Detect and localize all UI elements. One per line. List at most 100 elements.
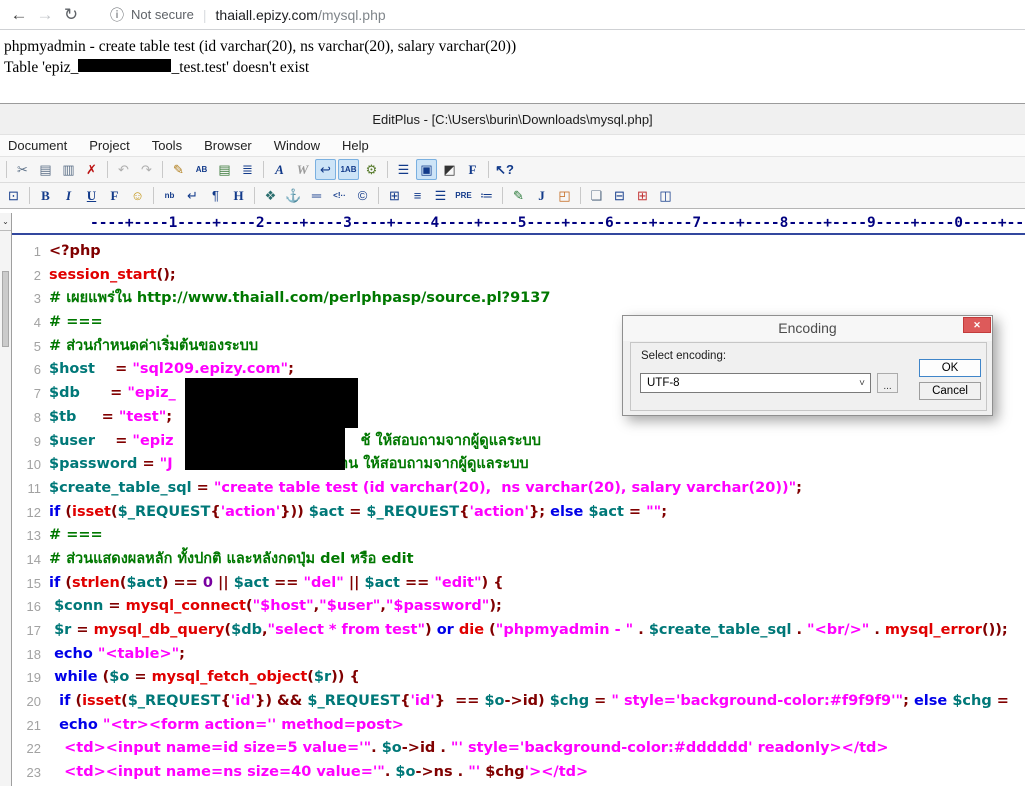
select-encoding-label: Select encoding:	[641, 350, 727, 362]
html-toolbar-icon[interactable]: ◩	[439, 159, 460, 180]
menu-help[interactable]: Help	[342, 138, 369, 153]
url-host[interactable]: thaiall.epizy.com	[216, 7, 318, 23]
browser-preview-icon[interactable]: ⊡	[3, 185, 24, 206]
code-token: .	[633, 622, 649, 638]
italic-icon[interactable]: I	[58, 185, 79, 206]
paragraph-icon[interactable]: ¶	[205, 185, 226, 206]
objects-icon[interactable]: ◰	[554, 185, 575, 206]
page-text-line2: Table 'epiz_ _test.test' doesn't exist	[4, 59, 310, 76]
nbsp-icon[interactable]: nb	[159, 185, 180, 206]
function-list-icon[interactable]: F	[462, 159, 483, 180]
center-align-icon[interactable]: ≡	[407, 185, 428, 206]
code-line-2: 2 session_start();	[13, 264, 1025, 288]
word-wrap-icon[interactable]: ↩	[315, 159, 336, 180]
line-number: 11	[27, 480, 42, 496]
menu-tools[interactable]: Tools	[152, 138, 182, 153]
code-line-17: 17 $r = mysql_db_query($db,"select * fro…	[13, 619, 1025, 643]
reload-icon[interactable]: ↻	[58, 5, 84, 25]
info-icon[interactable]: ⓘ	[110, 5, 124, 25]
code-token: ->ns	[415, 764, 453, 781]
code-token: "create table test (id varchar(20), ns v…	[213, 479, 797, 496]
code-token: # ส่วนแสดงผลหลัก ทั้งปกติ และหลังกดปุ่ม …	[49, 550, 414, 567]
code-token: "$host"	[252, 598, 314, 615]
line-break-icon[interactable]: ↵	[182, 185, 203, 206]
cancel-button[interactable]: Cancel	[919, 382, 981, 400]
url-path[interactable]: /mysql.php	[318, 7, 386, 23]
line-number: 23	[26, 765, 41, 781]
undo-icon[interactable]: ↶	[113, 159, 134, 180]
copyright-icon[interactable]: ©	[352, 185, 373, 206]
dialog-close-button[interactable]: ✕	[963, 317, 991, 333]
numbered-list-icon[interactable]: ≣	[237, 159, 258, 180]
code-token: 'action'	[220, 503, 281, 520]
back-icon[interactable]: ←	[6, 5, 32, 25]
heading-icon[interactable]: H	[228, 185, 249, 206]
script-icon[interactable]: ✎	[508, 185, 529, 206]
code-token: mysql_connect	[125, 598, 246, 615]
smiley-icon[interactable]: ☺	[127, 185, 148, 206]
code-token: $_REQUEST	[127, 693, 221, 710]
ok-button[interactable]: OK	[919, 359, 981, 377]
left-panel-strip: ⌄	[0, 213, 12, 786]
code-token: die	[458, 622, 485, 638]
toolbar-separator	[254, 187, 255, 204]
encoding-value: UTF-8	[647, 377, 680, 389]
panel-scrollbar-thumb[interactable]	[2, 271, 9, 347]
menu-browser[interactable]: Browser	[204, 138, 252, 153]
code-token: .	[371, 740, 382, 757]
menu-document[interactable]: Document	[8, 138, 67, 153]
split-window-icon[interactable]: ⊟	[609, 185, 630, 206]
table-icon[interactable]: ⊞	[384, 185, 405, 206]
line-number: 15	[26, 575, 41, 591]
word-wrap-off-icon[interactable]: W	[292, 159, 313, 180]
comment-icon[interactable]: <!··	[329, 185, 350, 206]
right-align-icon[interactable]: ☰	[430, 185, 451, 206]
font-face-icon[interactable]: F	[104, 185, 125, 206]
list-icon[interactable]: ≔	[476, 185, 497, 206]
cut-icon[interactable]: ✂	[12, 159, 33, 180]
panel-dropdown-icon[interactable]: ⌄	[0, 213, 11, 231]
code-token: $act	[126, 574, 162, 591]
sidebar-panel-icon[interactable]: ▣	[416, 159, 437, 180]
font-icon[interactable]: A	[269, 159, 290, 180]
toolbar-separator	[107, 161, 108, 178]
cliptext-icon[interactable]: ☰	[393, 159, 414, 180]
hsplit-icon[interactable]: ◫	[655, 185, 676, 206]
menu-project[interactable]: Project	[89, 138, 129, 153]
code-token: "select * from test"	[267, 622, 426, 638]
code-line-12: 12 if (isset($_REQUEST{'action'})) $act =…	[13, 501, 1025, 525]
code-token: mysql_fetch_object	[151, 669, 308, 686]
code-token: =	[344, 503, 367, 520]
code-token: if	[59, 693, 71, 710]
duplicate-line-icon[interactable]: ▤	[214, 159, 235, 180]
javascript-icon[interactable]: J	[531, 185, 552, 206]
line-number: 3	[33, 291, 41, 307]
find-marker-icon[interactable]: ✎	[168, 159, 189, 180]
bold-icon[interactable]: B	[35, 185, 56, 206]
sort-icon[interactable]: AB	[191, 159, 212, 180]
titlebar[interactable]: EditPlus - [C:\Users\burin\Downloads\mys…	[0, 104, 1025, 135]
menu-window[interactable]: Window	[274, 138, 320, 153]
anchor-icon[interactable]: ⚓	[283, 185, 304, 206]
paste-icon[interactable]: ▥	[58, 159, 79, 180]
dialog-titlebar[interactable]: Encoding ✕	[623, 316, 992, 341]
code-token: echo	[59, 716, 98, 733]
windows-colors-icon[interactable]: ⊞	[632, 185, 653, 206]
encoding-select[interactable]: UTF-8 ˅	[640, 373, 871, 393]
line-number-mode-icon[interactable]: 1AB	[338, 159, 359, 180]
redo-icon[interactable]: ↷	[136, 159, 157, 180]
browse-button[interactable]: ...	[877, 373, 898, 393]
copy-icon[interactable]: ▤	[35, 159, 56, 180]
code-line-23: 23 <td><input name=ns size=40 value='". …	[13, 761, 1025, 785]
hrule-icon[interactable]: ═	[306, 185, 327, 206]
settings-stamp-icon[interactable]: ⚙	[361, 159, 382, 180]
folder-icon[interactable]: ❏	[586, 185, 607, 206]
code-line-19: 19 while ($o = mysql_fetch_object($r)) {	[13, 666, 1025, 690]
context-help-icon[interactable]: ↖?	[494, 159, 515, 180]
pre-icon[interactable]: PRE	[453, 185, 474, 206]
delete-icon[interactable]: ✗	[81, 159, 102, 180]
image-icon[interactable]: ❖	[260, 185, 281, 206]
forward-icon[interactable]: →	[32, 5, 58, 25]
editplus-window: EditPlus - [C:\Users\burin\Downloads\mys…	[0, 103, 1025, 786]
underline-icon[interactable]: U	[81, 185, 102, 206]
